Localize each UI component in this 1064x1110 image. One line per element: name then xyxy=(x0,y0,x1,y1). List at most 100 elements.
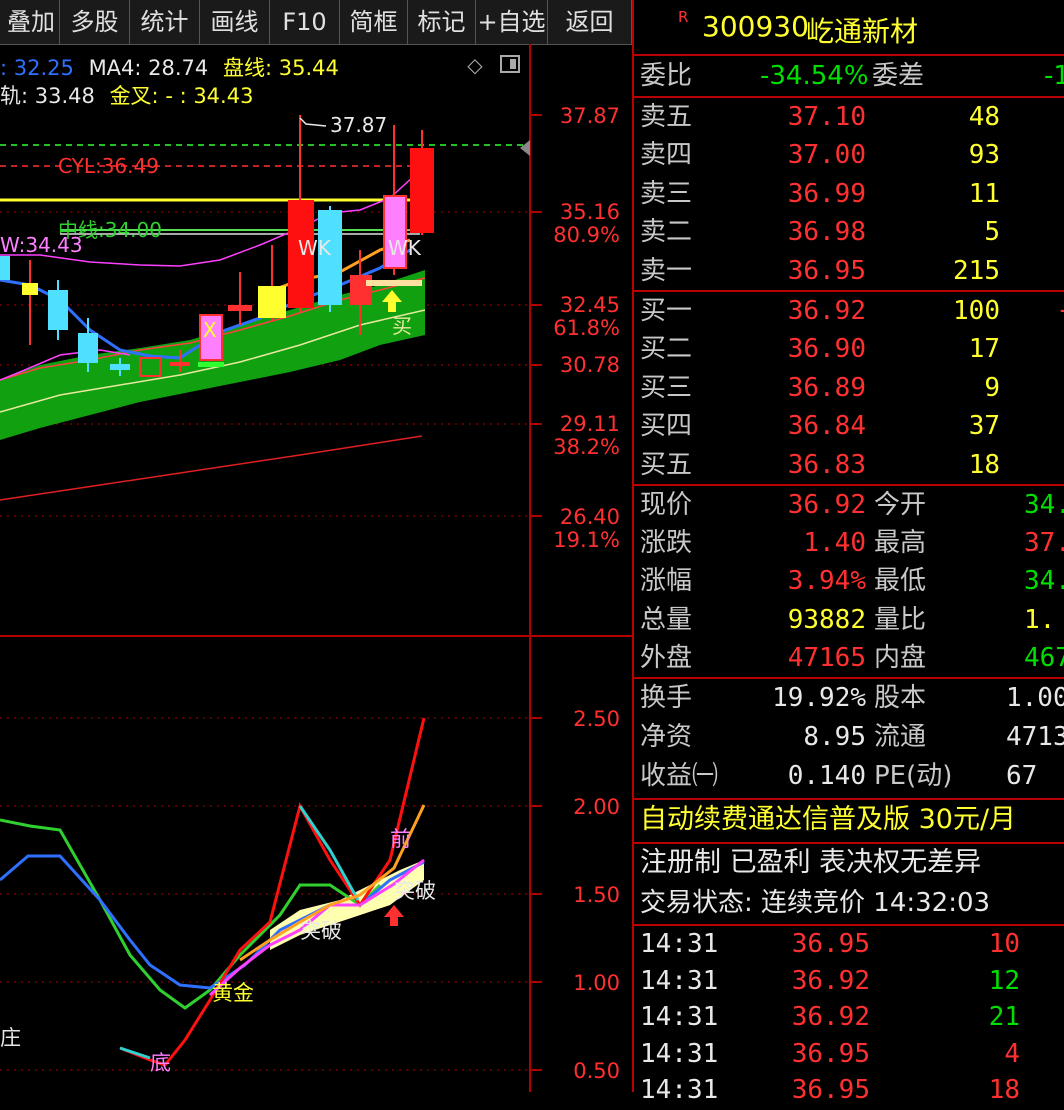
high-pointer xyxy=(299,117,327,127)
wk-label-2: WK xyxy=(388,236,422,260)
kline-chart[interactable]: 37.87 35.16 80.9% 32.45 61.8% 30.78 29.1… xyxy=(0,44,632,1092)
price-label-32-45: 32.45 xyxy=(560,293,620,317)
bid-row[interactable]: 买五 36.83 18 xyxy=(634,446,1064,484)
indicator-blue-line xyxy=(0,854,425,990)
indicator-up-arrow-icon xyxy=(384,905,404,926)
finance-value: 0.140 xyxy=(787,761,866,791)
ask-row[interactable]: 卖一 36.95 215 xyxy=(634,252,1064,290)
ask-label: 卖二 xyxy=(640,217,693,248)
chart-toolbar: 叠加 多股 统计 画线 F10 简框 标记 +自选 返回 xyxy=(0,0,632,45)
price-pct-61-8: 61.8% xyxy=(553,316,620,340)
bid-volume: 18 xyxy=(968,449,1000,480)
finance-label-2: PE(动) xyxy=(874,761,953,791)
quote-label-2: 最低 xyxy=(874,566,927,597)
panel-toggle-icon[interactable] xyxy=(500,55,520,73)
toolbar-overlay-button[interactable]: 叠加 xyxy=(0,0,60,44)
bottom-label: 底 xyxy=(150,1051,171,1075)
price-cursor-marker xyxy=(520,140,530,156)
quote-row: 现价 36.92 今开 34. xyxy=(634,486,1064,524)
ask-row[interactable]: 卖四 37.00 93 xyxy=(634,136,1064,174)
finance-label-2: 流通 xyxy=(874,722,927,752)
toolbar-simple-frame-button[interactable]: 简框 xyxy=(340,0,408,44)
quote-value: 93882 xyxy=(787,604,866,635)
tick-time: 14:31 xyxy=(640,1038,719,1069)
cyl-label: CYL:36.49 xyxy=(58,154,159,178)
bid-label: 买四 xyxy=(640,411,693,442)
quote-label-2: 最高 xyxy=(874,528,927,559)
ask-label: 卖一 xyxy=(640,255,693,286)
ask-volume: 93 xyxy=(968,140,1000,171)
quote-value-2: 37. xyxy=(1024,528,1064,559)
indicator-label-0-50: 0.50 xyxy=(573,1059,620,1083)
tick-time: 14:31 xyxy=(640,1075,719,1105)
quote-label-2: 今开 xyxy=(874,490,927,520)
finance-label-2: 股本 xyxy=(874,683,927,713)
toolbar-back-button[interactable]: 返回 xyxy=(548,0,632,44)
ask-row[interactable]: 卖二 36.98 5 xyxy=(634,213,1064,251)
high-label: 37.87 xyxy=(330,113,387,137)
bid-price: 36.89 xyxy=(787,372,866,403)
bid-volume: 100 xyxy=(953,296,1000,326)
ask-label: 卖四 xyxy=(640,140,693,171)
tick-volume: 10 xyxy=(988,929,1020,959)
bid-volume: 9 xyxy=(984,372,1000,403)
finance-value-2: 67 xyxy=(1006,761,1038,791)
finance-row: 收益㈠ 0.140 PE(动) 67 xyxy=(634,757,1064,795)
quote-row: 外盘 47165 内盘 467 xyxy=(634,639,1064,677)
quote-value: 3.94% xyxy=(787,566,866,597)
legend-ma-blue: : 32.25 xyxy=(0,56,74,80)
indicator-label-1-00: 1.00 xyxy=(573,971,620,995)
ask-price: 37.10 xyxy=(787,102,866,132)
bid-row[interactable]: 买二 36.90 17 xyxy=(634,330,1064,368)
finance-label: 收益㈠ xyxy=(640,761,719,791)
price-axis-ticks xyxy=(530,114,542,1071)
promo-banner[interactable]: 自动续费通达信普及版 30元/月 xyxy=(640,800,1016,840)
bid-label: 买一 xyxy=(640,296,693,326)
bid-row[interactable]: 买三 36.89 9 xyxy=(634,369,1064,407)
quote-label: 涨跌 xyxy=(640,528,693,559)
quote-value-2: 467 xyxy=(1024,642,1064,673)
tick-row: 14:31 36.95 4 xyxy=(634,1036,1064,1074)
tick-row: 14:31 36.92 12 xyxy=(634,963,1064,1001)
legend-golden-cross: 金叉: - : 34.43 xyxy=(109,84,254,108)
quote-row: 总量 93882 量比 1. xyxy=(634,601,1064,639)
toolbar-stats-button[interactable]: 统计 xyxy=(130,0,200,44)
ask-row[interactable]: 卖五 37.10 48 xyxy=(634,98,1064,136)
ask-row[interactable]: 卖三 36.99 11 xyxy=(634,175,1064,213)
quote-value-2: 34. xyxy=(1024,566,1064,597)
indicator-label-1-50: 1.50 xyxy=(573,883,620,907)
toolbar-multi-stock-button[interactable]: 多股 xyxy=(60,0,130,44)
ask-price: 36.98 xyxy=(787,217,866,248)
stock-badge: R xyxy=(678,8,689,26)
weibi-label: 委比 xyxy=(640,61,693,91)
tick-price: 36.95 xyxy=(791,1038,870,1069)
bid-row[interactable]: 买一 36.92 100 + xyxy=(634,292,1064,330)
toolbar-f10-button[interactable]: F10 xyxy=(270,0,340,44)
toolbar-add-favorite-button[interactable]: +自选 xyxy=(476,0,548,44)
tick-price: 36.95 xyxy=(791,1075,870,1105)
price-label-30-78: 30.78 xyxy=(560,353,620,377)
price-pct-19-1: 19.1% xyxy=(553,528,620,552)
bid-price: 36.84 xyxy=(787,411,866,442)
tick-price: 36.92 xyxy=(791,1002,870,1032)
golden-cross-label: 黄金 xyxy=(212,981,254,1005)
breakout-label-2: 突破 xyxy=(394,879,436,903)
indicator-cyan-line-2 xyxy=(119,1046,151,1060)
legend-line-1: : 32.25 MA4: 28.74 盘线: 35.44 xyxy=(0,52,339,82)
tick-volume: 4 xyxy=(1004,1038,1020,1069)
buy-label: 买 xyxy=(392,314,412,338)
tick-row: 14:31 36.92 21 xyxy=(634,999,1064,1037)
bid-label: 买二 xyxy=(640,334,693,365)
tick-time: 14:31 xyxy=(640,1002,719,1032)
long-trend-line xyxy=(0,435,423,501)
weicha-value: -1 xyxy=(1044,61,1064,91)
bid-row[interactable]: 买四 36.84 37 xyxy=(634,407,1064,445)
quote-row: 涨幅 3.94% 最低 34. xyxy=(634,562,1064,600)
bid-label: 买三 xyxy=(640,372,693,403)
finance-value-2: 4713 xyxy=(1006,722,1064,752)
diamond-icon[interactable]: ◇ xyxy=(464,54,486,76)
toolbar-draw-line-button[interactable]: 画线 xyxy=(200,0,270,44)
finance-row: 净资 8.95 流通 4713 xyxy=(634,718,1064,756)
toolbar-mark-button[interactable]: 标记 xyxy=(408,0,476,44)
quote-row: 涨跌 1.40 最高 37. xyxy=(634,524,1064,562)
